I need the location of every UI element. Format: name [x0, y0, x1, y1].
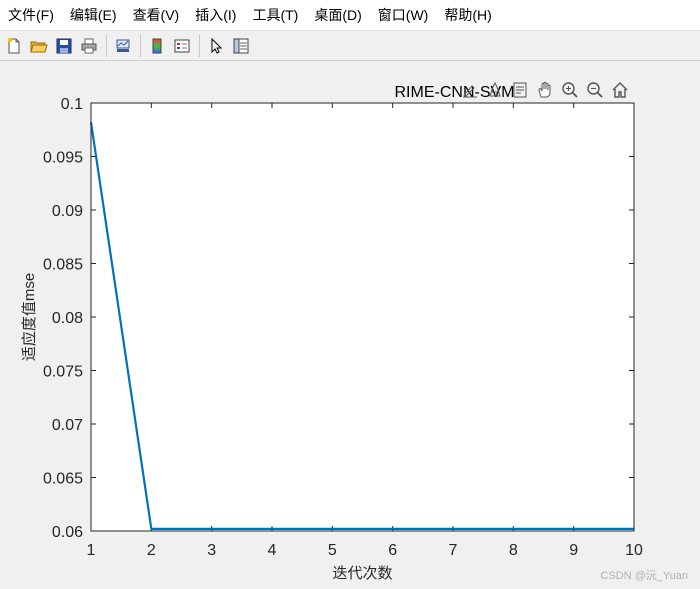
datatip-icon[interactable] — [508, 79, 532, 101]
home-icon[interactable] — [608, 79, 632, 101]
x-tick-label: 4 — [268, 542, 277, 559]
y-tick-label: 0.06 — [52, 524, 83, 541]
x-tick-label: 9 — [569, 542, 578, 559]
y-tick-label: 0.075 — [43, 364, 83, 381]
x-tick-label: 1 — [87, 542, 96, 559]
x-tick-label: 10 — [625, 542, 643, 559]
x-axis-label: 迭代次数 — [332, 565, 392, 582]
x-tick-label: 2 — [147, 542, 156, 559]
y-tick-label: 0.1 — [61, 96, 83, 113]
y-tick-label: 0.07 — [52, 417, 83, 434]
zoom-in-icon[interactable] — [558, 79, 582, 101]
x-tick-label: 7 — [449, 542, 458, 559]
y-tick-label: 0.085 — [43, 257, 83, 274]
x-tick-label: 3 — [207, 542, 216, 559]
axes-toolbar — [458, 79, 633, 101]
data-cursor-icon[interactable] — [483, 79, 507, 101]
y-tick-labels: 0.06 0.065 0.07 0.075 0.08 0.085 0.09 0.095 0.1 — [43, 96, 83, 541]
plot-area — [91, 103, 634, 531]
y-tick-label: 0.08 — [52, 310, 83, 327]
y-tick-label: 0.095 — [43, 150, 83, 167]
x-tick-label: 8 — [509, 542, 518, 559]
y-tick-label: 0.09 — [52, 203, 83, 220]
zoom-out-icon[interactable] — [583, 79, 607, 101]
y-tick-label: 0.065 — [43, 471, 83, 488]
y-axis-label: 适应度值mse — [20, 273, 38, 361]
x-tick-label: 5 — [328, 542, 337, 559]
watermark: CSDN @沅_Yuan — [600, 570, 688, 582]
pan-icon[interactable] — [533, 79, 557, 101]
x-tick-label: 6 — [388, 542, 397, 559]
x-tick-labels: 1 2 3 4 5 6 7 8 9 10 — [87, 542, 643, 559]
brush-icon[interactable] — [458, 79, 482, 101]
